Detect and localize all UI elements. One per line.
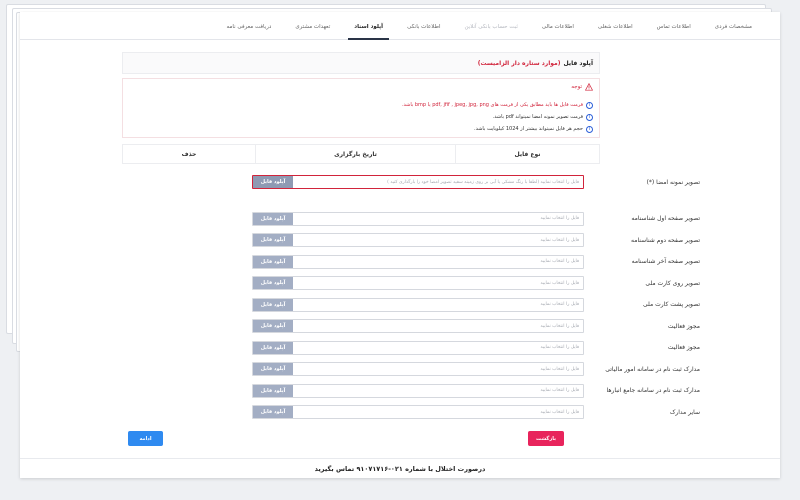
warning-icon <box>585 83 593 91</box>
tab-step-2[interactable]: اطلاعات تماس <box>645 24 703 39</box>
upload-file-button[interactable]: آپلود فایل <box>253 320 293 333</box>
upload-panel: آپلود فایل (موارد ستاره دار الزامیست) تو… <box>122 52 600 164</box>
column-delete: حذف <box>181 150 197 158</box>
upload-file-button[interactable]: آپلود فایل <box>253 176 293 188</box>
tab-step-4[interactable]: اطلاعات مالی <box>530 24 586 39</box>
file-uploader: فایل را انتخاب نمایید آپلود فایل <box>252 362 584 377</box>
file-table-header: نوع فایل تاریخ بارگزاری حذف <box>122 144 600 164</box>
file-uploader: فایل را انتخاب نمایید آپلود فایل <box>252 276 584 291</box>
upload-rows: تصویر نمونه امضا (*) فایل را انتخاب نمای… <box>122 172 710 423</box>
upload-row: مدارک ثبت نام در سامانه جامع انبارها فایل… <box>122 380 710 402</box>
file-select-input[interactable]: فایل را انتخاب نمایید <box>293 234 583 247</box>
signature-uploader: فایل را انتخاب نمایید (لطفا با رنگ مشکی … <box>252 175 584 189</box>
upload-row-label: مدارک ثبت نام در سامانه جامع انبارها <box>606 387 701 395</box>
upload-row-label: مجوز فعالیت <box>667 322 700 330</box>
upload-row-label: تصویر صفحه دوم شناسنامه <box>631 236 700 244</box>
upload-file-button[interactable]: آپلود فایل <box>253 406 293 419</box>
upload-file-button[interactable]: آپلود فایل <box>253 212 293 225</box>
info-icon: i <box>586 113 593 121</box>
file-select-input[interactable]: فایل را انتخاب نمایید <box>293 255 583 268</box>
file-select-input[interactable]: فایل را انتخاب نمایید <box>293 363 583 376</box>
file-uploader: فایل را انتخاب نمایید آپلود فایل <box>252 340 584 355</box>
upload-row-label: تصویر روی کارت ملی <box>645 279 700 287</box>
upload-row-signature: تصویر نمونه امضا (*) فایل را انتخاب نمای… <box>122 172 710 192</box>
tab-step-8[interactable]: تعهدات مشتری <box>283 24 342 39</box>
file-uploader: فایل را انتخاب نمایید آپلود فایل <box>252 211 584 226</box>
notice-heading: توجه <box>129 83 593 91</box>
tab-step-5[interactable]: ثبت حساب بانکی آنلاین <box>453 24 530 39</box>
upload-row-label: تصویر نمونه امضا (*) <box>646 178 700 186</box>
support-footer: درصورت اختلال با شماره ۰۲۱-۹۱۰۷۱۷۱۶ تماس… <box>314 465 486 473</box>
upload-row: تصویر پشت کارت ملی فایل را انتخاب نمایید آ… <box>122 294 710 316</box>
back-button[interactable]: بازگشت <box>528 431 564 446</box>
upload-row-label: مجوز فعالیت <box>667 344 700 352</box>
info-icon: i <box>586 101 593 109</box>
column-file-type: نوع فایل <box>455 145 599 163</box>
file-select-input[interactable]: فایل را انتخاب نمایید <box>293 277 583 290</box>
upload-row-label: مدارک ثبت نام در سامانه امور مالیاتی <box>605 365 700 373</box>
upload-documents-window: مشخصات فردی اطلاعات تماس اطلاعات شغلی اطلاع… <box>20 12 780 478</box>
tab-step-9[interactable]: دریافت معرفی نامه <box>215 24 284 39</box>
notice-item: i فرمت تصویر نمونه امضا نمیتواند pdf باش… <box>129 111 593 123</box>
upload-row: سایر مدارک فایل را انتخاب نمایید آپلود فای… <box>122 402 710 424</box>
panel-title: آپلود فایل (موارد ستاره دار الزامیست) <box>122 52 600 74</box>
notice-item: i فرمت فایل ها باید مطابق یکی از فرمت ها… <box>129 99 593 111</box>
notice-heading-text: توجه <box>571 84 582 90</box>
tab-step-7[interactable]: آپلود اسناد <box>342 24 395 40</box>
notice-item-text: حجم هر فایل نمیتواند بیشتر از 1024 کیلوب… <box>474 126 583 132</box>
upload-row-label: تصویر پشت کارت ملی <box>642 301 700 309</box>
footer-divider <box>20 458 780 459</box>
upload-row: تصویر روی کارت ملی فایل را انتخاب نمایید آ… <box>122 273 710 295</box>
file-select-input[interactable]: فایل را انتخاب نمایید <box>293 212 583 225</box>
file-uploader: فایل را انتخاب نمایید آپلود فایل <box>252 233 584 248</box>
file-select-input[interactable]: فایل را انتخاب نمایید <box>293 320 583 333</box>
file-select-input[interactable]: فایل را انتخاب نمایید <box>293 406 583 419</box>
file-select-input[interactable]: فایل را انتخاب نمایید <box>293 341 583 354</box>
notice-item: i حجم هر فایل نمیتواند بیشتر از 1024 کیل… <box>129 123 593 135</box>
upload-row: مجوز فعالیت فایل را انتخاب نمایید آپلود فا… <box>122 337 710 359</box>
upload-file-button[interactable]: آپلود فایل <box>253 255 293 268</box>
notice-item-text: فرمت فایل ها باید مطابق یکی از فرمت های … <box>401 102 583 108</box>
tab-step-6[interactable]: اطلاعات بانکی <box>395 24 452 39</box>
panel-title-text: آپلود فایل <box>563 59 593 67</box>
file-uploader: فایل را انتخاب نمایید آپلود فایل <box>252 254 584 269</box>
tab-step-3[interactable]: اطلاعات شغلی <box>586 24 645 39</box>
upload-row: تصویر صفحه آخر شناسنامه فایل را انتخاب نم… <box>122 251 710 273</box>
upload-row: تصویر صفحه اول شناسنامه فایل را انتخاب نم… <box>122 208 710 230</box>
upload-file-button[interactable]: آپلود فایل <box>253 384 293 397</box>
upload-file-button[interactable]: آپلود فایل <box>253 234 293 247</box>
upload-file-button[interactable]: آپلود فایل <box>253 341 293 354</box>
upload-file-button[interactable]: آپلود فایل <box>253 363 293 376</box>
upload-row-label: تصویر صفحه آخر شناسنامه <box>631 258 700 266</box>
notice-box: توجه i فرمت فایل ها باید مطابق یکی از فر… <box>122 78 600 138</box>
file-select-input[interactable]: فایل را انتخاب نمایید <box>293 298 583 311</box>
upload-row: مدارک ثبت نام در سامانه امور مالیاتی فایل… <box>122 359 710 381</box>
upload-file-button[interactable]: آپلود فایل <box>253 298 293 311</box>
column-upload-date: تاریخ بارگزاری <box>255 145 455 163</box>
file-uploader: فایل را انتخاب نمایید آپلود فایل <box>252 319 584 334</box>
required-note: (موارد ستاره دار الزامیست) <box>477 59 561 67</box>
file-uploader: فایل را انتخاب نمایید آپلود فایل <box>252 405 584 420</box>
upload-row: تصویر صفحه دوم شناسنامه فایل را انتخاب نم… <box>122 230 710 252</box>
tab-step-1[interactable]: مشخصات فردی <box>703 24 764 39</box>
upload-row-label: تصویر صفحه اول شناسنامه <box>631 215 700 223</box>
info-icon: i <box>586 125 593 133</box>
file-uploader: فایل را انتخاب نمایید آپلود فایل <box>252 297 584 312</box>
file-select-input[interactable]: فایل را انتخاب نمایید (لطفا با رنگ مشکی … <box>293 176 583 188</box>
continue-button[interactable]: ادامه <box>128 431 163 446</box>
file-select-input[interactable]: فایل را انتخاب نمایید <box>293 384 583 397</box>
upload-row: مجوز فعالیت فایل را انتخاب نمایید آپلود فا… <box>122 316 710 338</box>
step-tabs: مشخصات فردی اطلاعات تماس اطلاعات شغلی اطلاع… <box>20 12 780 40</box>
notice-item-text: فرمت تصویر نمونه امضا نمیتواند pdf باشد. <box>492 114 583 120</box>
upload-row-label: سایر مدارک <box>669 408 700 416</box>
upload-file-button[interactable]: آپلود فایل <box>253 277 293 290</box>
file-uploader: فایل را انتخاب نمایید آپلود فایل <box>252 383 584 398</box>
